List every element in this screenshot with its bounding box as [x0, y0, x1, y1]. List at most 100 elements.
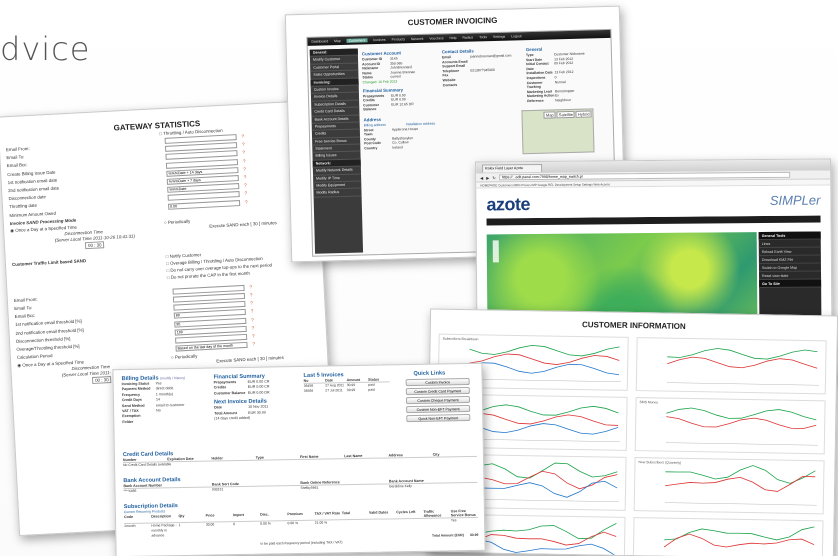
url-field[interactable]: https://...edit.panel.com:7990/home_map_… [498, 171, 791, 181]
billing-value: No [156, 408, 161, 413]
billing-financial-section: Financial Summary Prepayments EUR 0.00 CR… [213, 373, 298, 422]
billing-label: Folder [122, 419, 134, 424]
periodically-radio-2[interactable]: ○ Periodically [171, 354, 198, 360]
next-invoice-value: EUR 30.99 [248, 410, 266, 415]
map-type-button[interactable]: Map [543, 111, 556, 119]
invoice-row[interactable]: 36926 27 Jul 2011 30.99 paid [304, 387, 390, 394]
subscription-cell: 1 [178, 523, 181, 528]
chart-series-line [465, 539, 617, 556]
help-icon[interactable]: ? [252, 325, 255, 330]
chart-series-line [467, 470, 618, 490]
subscription-cell: 30.00 [205, 522, 215, 527]
sub-total-label: Total Amount (EUR) [431, 533, 464, 538]
quick-link-button[interactable]: Custom Non-EFT Payment [406, 405, 471, 414]
notify-checkbox[interactable]: □ Notify Customer [166, 252, 202, 259]
help-icon[interactable]: ? [251, 317, 254, 322]
chart-series-line [469, 362, 620, 376]
help-icon[interactable]: ? [252, 333, 255, 338]
periodically-radio[interactable]: ○ Periodically [164, 218, 191, 224]
help-icon[interactable]: ? [250, 292, 253, 297]
help-icon[interactable]: ? [244, 183, 247, 188]
subscription-header: Premium [287, 511, 303, 517]
menu-item-dashboard[interactable]: Dashboard [311, 39, 328, 43]
execute-sand-label-2[interactable]: Execute SAND each [ 30 ] minutes [216, 355, 284, 364]
quick-link-button[interactable]: Custom Credit Card Payment [405, 387, 470, 396]
menu-item-products[interactable]: Products [392, 37, 405, 41]
menu-item-map[interactable]: Map [334, 39, 341, 43]
map-type-button[interactable]: Hybrid [575, 110, 592, 118]
subscription-header: Qty [178, 514, 185, 519]
chart-series-line [667, 348, 818, 360]
invoice-cell: paid [368, 387, 375, 392]
quick-link-button[interactable]: Quick Non-EFT Payment [406, 414, 471, 423]
help-icon[interactable]: ? [244, 175, 247, 180]
help-icon[interactable]: ? [249, 284, 252, 289]
location-map[interactable]: Map Satellite Hybrid [521, 108, 595, 155]
time-select-2[interactable]: 00 : 30 [92, 376, 112, 385]
menu-item-logout[interactable]: Logout [511, 34, 521, 38]
help-icon[interactable]: ? [242, 142, 245, 147]
quick-link-button[interactable]: Custom Invoice [405, 378, 470, 387]
form-input[interactable]: 0.00 [168, 199, 241, 210]
chart-series-line [663, 533, 815, 548]
chart-series-line [469, 344, 620, 357]
credit-card-header: Number [122, 457, 137, 463]
back-icon[interactable]: ◀ [480, 175, 483, 180]
help-icon[interactable]: ? [242, 150, 245, 155]
form-label: Create Billing Issue Date [7, 169, 56, 177]
subscription-header: Total [341, 511, 351, 516]
execute-sand-label[interactable]: Execute SAND each [ 30 ] minutes [209, 220, 277, 229]
subscription-header: Import [232, 512, 245, 518]
panel-heading: Go To Site [759, 279, 822, 289]
billing-row: Folder [122, 418, 212, 425]
quick-links-section: Quick Links Custom Invoice Custom Credit … [391, 370, 482, 425]
help-icon[interactable]: ? [241, 134, 244, 139]
menu-item-network[interactable]: Network [411, 37, 424, 41]
menu-item-radius[interactable]: Radius [462, 36, 473, 40]
subscription-cell [369, 519, 396, 534]
menu-item-settings[interactable]: Settings [493, 35, 505, 39]
address-label: Country [364, 145, 378, 151]
general-label: Reference [527, 98, 544, 104]
subscription-cell: 0.00 % [260, 521, 271, 526]
bank-cell: Geraldine Kelly [388, 484, 413, 489]
zoom-control[interactable] [492, 240, 499, 263]
billing-details-section: Billing Details (modify / history) Invoi… [122, 375, 213, 426]
help-icon[interactable]: ? [243, 158, 246, 163]
credit-card-header: Last Name [344, 453, 363, 459]
help-icon[interactable]: ? [243, 166, 246, 171]
subscription-cell: 1month [124, 523, 136, 529]
menu-item-vouchers[interactable]: Vouchers [429, 36, 443, 40]
browser-tab[interactable]: Rolex Field Layer Azote [482, 163, 543, 172]
subscription-cell: Yes [450, 518, 457, 523]
help-icon[interactable]: ? [251, 309, 254, 314]
last-invoices-header: Date [325, 378, 333, 383]
reload-icon[interactable]: ↻ [492, 175, 495, 180]
forward-icon[interactable]: ▶ [486, 175, 489, 180]
help-icon[interactable]: ? [245, 199, 248, 204]
help-icon[interactable]: ? [250, 301, 253, 306]
info-chart-panel: SMS Money [634, 397, 826, 455]
menu-item-invoices[interactable]: Invoices [373, 38, 386, 42]
time-select[interactable]: 00 : 30 [84, 240, 105, 249]
last-invoices-header: Status [368, 377, 380, 382]
subscription-header: Disc. [260, 512, 269, 517]
sidebar-item[interactable]: Modify Radius [313, 188, 362, 198]
menu-item-help[interactable]: Help [449, 36, 456, 40]
next-invoice-note: (14 days credit added) [214, 415, 251, 421]
quick-link-button[interactable]: Custom Cheque Payment [405, 396, 471, 405]
subscription-cell [396, 519, 423, 534]
help-icon[interactable]: ? [244, 191, 247, 196]
info-chart-panel [632, 517, 824, 556]
general-value: Neighbour [555, 97, 571, 103]
menu-item-customers[interactable]: Customers [346, 38, 368, 43]
form-label: 2nd notification email threshold [%] [15, 326, 84, 336]
credit-card-header: Type [255, 455, 264, 460]
form-input[interactable]: Based on the last day of the month [175, 342, 248, 352]
credit-card-header: Address [388, 453, 403, 458]
form-label: 1st notification email date [7, 177, 58, 185]
help-icon[interactable]: ? [252, 342, 255, 347]
menu-item-tools[interactable]: Tools [479, 35, 487, 39]
form-label: 2nd notification email date [7, 185, 60, 194]
map-type-button[interactable]: Satellite [556, 110, 576, 119]
